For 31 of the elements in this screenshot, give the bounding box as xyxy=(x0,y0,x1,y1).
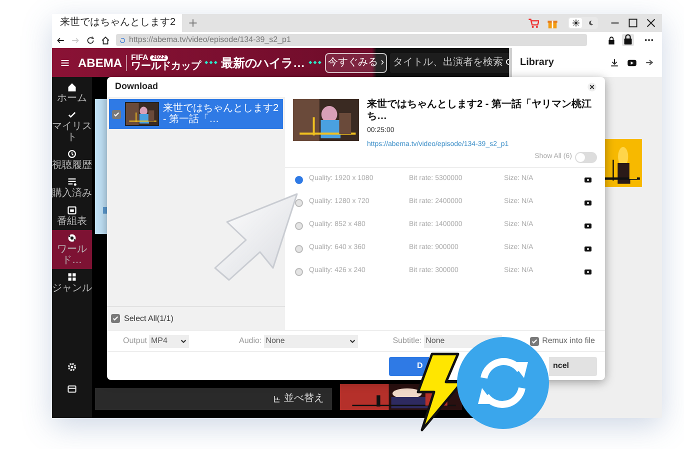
remux-label: Remux into file xyxy=(542,335,595,347)
output-select[interactable]: MP4 xyxy=(149,334,190,348)
sidebar-item[interactable]: ジャンル xyxy=(52,269,92,297)
cancel-button[interactable]: ncel xyxy=(549,356,597,376)
search-placeholder: タイトル、出演者を検索 xyxy=(393,58,504,68)
sidebar-item[interactable]: 番組表 xyxy=(52,202,92,230)
search-field[interactable]: タイトル、出演者を検索 xyxy=(390,52,509,72)
sort-bar[interactable]: 並べ替え xyxy=(95,388,332,410)
banner-text: 最新のハイラ… xyxy=(221,56,305,68)
watch-now-button[interactable]: 今すぐみる › xyxy=(325,52,388,72)
download-button[interactable]: D xyxy=(389,356,429,376)
select-all-label: Select All(1/1) xyxy=(124,312,174,324)
promo-text: FIFA xyxy=(131,54,148,62)
library-title: Library xyxy=(520,56,554,70)
option-label: Output xyxy=(123,335,148,347)
sidebar-item[interactable]: 購入済み xyxy=(52,174,92,202)
option-label: Subtitle: xyxy=(392,335,422,347)
url-text: https://abema.tv/video/episode/134-39_s2_p1 xyxy=(129,36,291,44)
sort-label: 並べ替え xyxy=(284,394,324,404)
site-logo[interactable]: ABEMA xyxy=(78,56,122,68)
video-title: 来世ではちゃんとします2 - 第一話「ヤリマン桃江ち… xyxy=(367,99,592,123)
sidebar-item[interactable]: ワールド… xyxy=(52,230,92,269)
sidebar-item[interactable]: ホーム xyxy=(52,79,92,107)
tab-title: 来世ではちゃんとします2 xyxy=(60,18,176,28)
sidebar-item[interactable]: マイリスト xyxy=(52,107,92,146)
option-label: Audio: xyxy=(239,335,262,347)
sidebar-item[interactable]: 視聴履歴 xyxy=(52,146,92,174)
audio-select[interactable]: None xyxy=(264,334,358,348)
browser-tab[interactable]: 来世ではちゃんとします2 xyxy=(52,14,182,32)
dialog-title: Download xyxy=(115,80,158,94)
promo-text: ワールドカップ xyxy=(131,62,201,72)
